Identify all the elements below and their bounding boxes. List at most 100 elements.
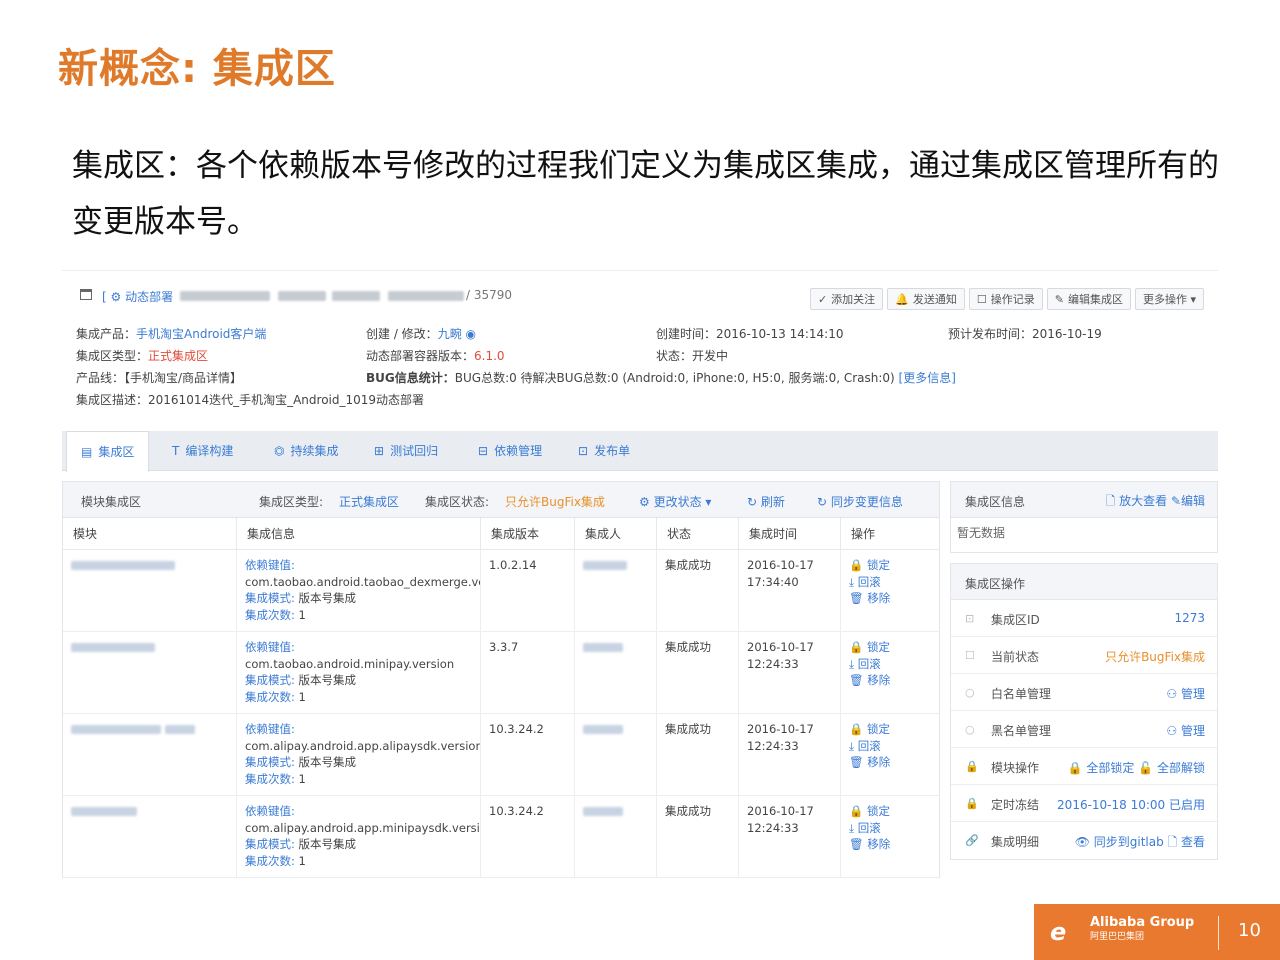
build-icon: T: [172, 444, 180, 458]
col-time: 集成时间: [739, 518, 841, 550]
table-row-time: 2016-10-17 12:24:33: [739, 632, 841, 714]
area-info-box-header: 集成区信息 🗋 放大查看 ✎编辑: [951, 482, 1217, 518]
table-row-time: 2016-10-17 12:24:33: [739, 796, 841, 878]
lock-button[interactable]: 🔒 锁定: [849, 721, 931, 738]
sync-changes-button[interactable]: ↻ 同步变更信息: [817, 493, 903, 510]
whitelist-icon: ○: [965, 686, 975, 699]
breadcrumb[interactable]: [ ⚙ 动态部署: [102, 288, 173, 305]
table-row-version: 10.3.24.2: [481, 796, 575, 878]
more-actions-button[interactable]: 更多操作 ▾: [1134, 288, 1204, 310]
status-row: 状态：开发中: [656, 349, 729, 363]
notify-button[interactable]: 🔔 发送通知: [887, 288, 965, 310]
remove-button[interactable]: 🗑 移除: [849, 590, 931, 607]
created-row: 创建时间：2016-10-13 14:14:10: [656, 327, 844, 341]
blurred-user: [583, 807, 623, 816]
lock-button[interactable]: 🔒 锁定: [849, 557, 931, 574]
tab-release[interactable]: ⊡ 发布单: [564, 431, 644, 471]
table-row-ops: 🔒 锁定 ⤓ 回滚 🗑 移除: [841, 632, 939, 714]
edit-area-button[interactable]: ✎ 编辑集成区: [1046, 288, 1131, 310]
blurred-user: [583, 561, 627, 570]
state-icon: ☐: [965, 649, 975, 662]
remove-button[interactable]: 🗑 移除: [849, 836, 931, 853]
id-icon: ⊡: [965, 612, 975, 625]
col-info: 集成信息: [237, 518, 481, 550]
table-row-ops: 🔒 锁定 ⤓ 回滚 🗑 移除: [841, 714, 939, 796]
alibaba-logo-icon: e: [1050, 918, 1067, 946]
tab-bar: ▤ 集成区 T 编译构建 ⏣ 持续集成 ⊞ 测试回归 ⊟ 依赖管理 ⊡ 发布单: [62, 431, 1218, 472]
ci-icon: ⏣: [274, 444, 285, 458]
creator-row: 创建 / 修改：九畹 ◉: [366, 327, 477, 341]
table-row-version: 10.3.24.2: [481, 714, 575, 796]
op-row-details: 🔗 集成明细 👁 同步到gitlab 🗋 查看: [951, 822, 1217, 859]
tab-ci[interactable]: ⏣ 持续集成: [260, 431, 353, 471]
table-row-version: 1.0.2.14: [481, 550, 575, 632]
table-row-info: 依赖键值: com.alipay.android.app.minipaysdk.…: [237, 796, 481, 878]
remove-button[interactable]: 🗑 移除: [849, 672, 931, 689]
tab-build[interactable]: T 编译构建: [158, 431, 247, 471]
blurred-module-name: [71, 725, 161, 734]
manage-blacklist-button[interactable]: ⚇ 管理: [1166, 722, 1205, 739]
creator-link[interactable]: 九畹: [438, 327, 462, 341]
blurred-path: [180, 291, 270, 301]
lock-icon: 🔒: [965, 797, 979, 810]
table-row-module: [63, 550, 237, 632]
release-row: 预计发布时间：2016-10-19: [948, 327, 1102, 341]
area-info-box: 集成区信息 🗋 放大查看 ✎编辑 暂无数据: [950, 481, 1218, 553]
blurred-module-name: [71, 807, 137, 816]
area-ops-box: 集成区操作 ⊡ 集成区ID 1273 ☐ 当前状态 只允许BugFix集成 ○ 白名单管理…: [950, 563, 1218, 860]
manage-whitelist-button[interactable]: ⚇ 管理: [1166, 685, 1205, 702]
blurred-user: [583, 725, 623, 734]
module-panel: 模块集成区 集成区类型: 正式集成区 集成区状态: 只允许BugFix集成 ⚙ …: [62, 481, 940, 878]
slide-title: 新概念: 集成区: [58, 46, 336, 92]
table-row-user: [575, 714, 657, 796]
table-row-ops: 🔒 锁定 ⤓ 回滚 🗑 移除: [841, 796, 939, 878]
history-button[interactable]: ☐ 操作记录: [968, 288, 1043, 310]
op-row-freeze: 🔒 定时冻结 2016-10-18 10:00 已启用: [951, 785, 1217, 822]
refresh-button[interactable]: ↻ 刷新: [747, 493, 785, 510]
edit-button[interactable]: ✎编辑: [1171, 494, 1205, 508]
table-row-user: [575, 632, 657, 714]
table-row-user: [575, 550, 657, 632]
slide-description: 集成区：各个依赖版本号修改的过程我们定义为集成区集成，通过集成区管理所有的变更版…: [72, 148, 1219, 240]
op-row-blacklist: ○ 黑名单管理 ⚇ 管理: [951, 711, 1217, 748]
rollback-button[interactable]: ⤓ 回滚: [849, 574, 931, 591]
bug-more-link[interactable]: [更多信息]: [899, 371, 956, 385]
product-link[interactable]: 手机淘宝Android客户端: [136, 327, 266, 341]
change-state-button[interactable]: ⚙ 更改状态 ▾: [639, 493, 711, 510]
blurred-module-name: [164, 725, 195, 734]
header-bar: [ ⚙ 动态部署 / 35790 ✓ 添加关注 🔔 发送通知 ☐ 操作记录 ✎ 编辑集成…: [62, 271, 1218, 319]
col-ops: 操作: [841, 518, 939, 550]
lock-icon: 🔒: [965, 760, 979, 773]
lock-unlock-all-buttons[interactable]: 🔒 全部锁定 🔓 全部解锁: [1068, 759, 1205, 776]
tab-dependencies[interactable]: ⊟ 依赖管理: [464, 431, 556, 471]
sync-gitlab-view-buttons[interactable]: 👁 同步到gitlab 🗋 查看: [1075, 833, 1205, 854]
rollback-button[interactable]: ⤓ 回滚: [849, 656, 931, 673]
blurred-user: [583, 643, 623, 652]
remove-button[interactable]: 🗑 移除: [849, 754, 931, 771]
tab-regression[interactable]: ⊞ 测试回归: [360, 431, 452, 471]
blurred-path: [332, 291, 380, 301]
rollback-button[interactable]: ⤓ 回滚: [849, 738, 931, 755]
dependency-icon: ⊟: [478, 444, 489, 458]
test-icon: ⊞: [374, 444, 385, 458]
brand-name: Alibaba Group 阿里巴巴集团: [1090, 915, 1195, 943]
header-actions: ✓ 添加关注 🔔 发送通知 ☐ 操作记录 ✎ 编辑集成区 更多操作 ▾: [809, 288, 1204, 310]
table-row-module: [63, 796, 237, 878]
op-row-whitelist: ○ 白名单管理 ⚇ 管理: [951, 674, 1217, 711]
tab-integration-area[interactable]: ▤ 集成区: [66, 431, 150, 472]
lock-button[interactable]: 🔒 锁定: [849, 803, 931, 820]
follow-button[interactable]: ✓ 添加关注: [809, 288, 884, 310]
calendar-icon: [80, 289, 92, 300]
user-avatar-icon: ◉: [465, 327, 477, 341]
col-user: 集成人: [575, 518, 657, 550]
link-icon: 🔗: [965, 834, 979, 847]
zoom-view-button[interactable]: 🗋 放大查看: [1106, 494, 1167, 508]
rollback-button[interactable]: ⤓ 回滚: [849, 820, 931, 837]
lock-button[interactable]: 🔒 锁定: [849, 639, 931, 656]
blurred-module-name: [71, 561, 175, 570]
check-icon: ✓: [817, 292, 828, 306]
table-row-info: 依赖键值: com.alipay.android.app.alipaysdk.v…: [237, 714, 481, 796]
op-row-module-ops: 🔒 模块操作 🔒 全部锁定 🔓 全部解锁: [951, 748, 1217, 785]
blurred-path: [278, 291, 326, 301]
op-row-state: ☐ 当前状态 只允许BugFix集成: [951, 637, 1217, 674]
